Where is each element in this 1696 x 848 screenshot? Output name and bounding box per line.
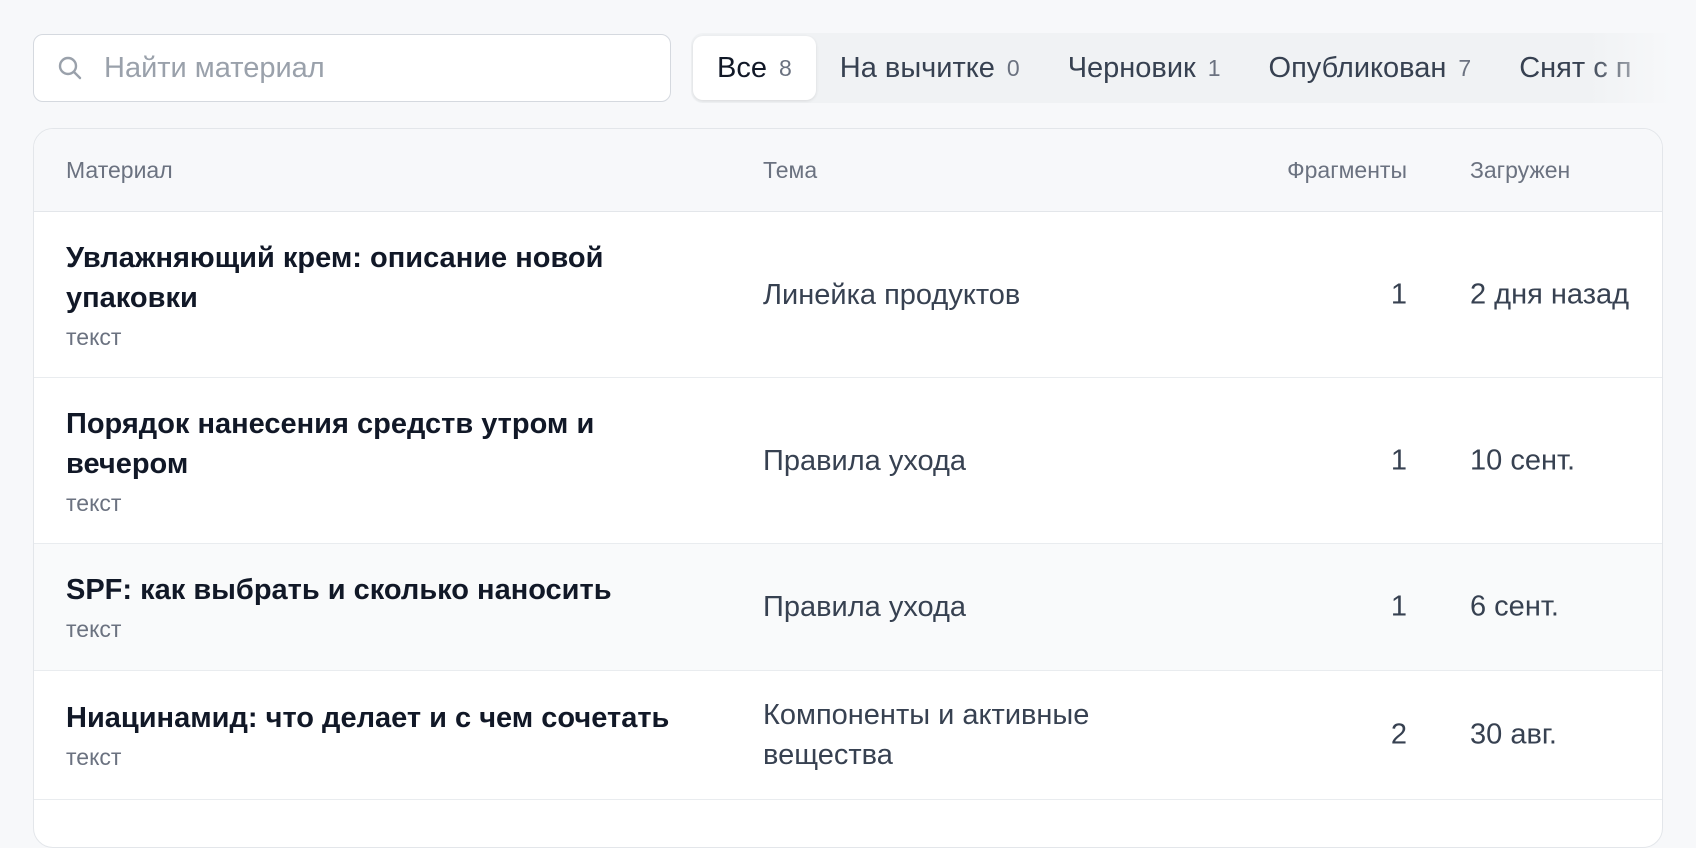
search-icon [56,54,84,82]
uploaded-cell: 6 сент. [1470,590,1559,623]
materials-table: Материал Тема Фрагменты Загружен Увлажня… [33,128,1663,848]
tab-label: Снят с п [1519,51,1632,84]
material-cell: SPF: как выбрать и сколько наносить текс… [66,570,686,644]
column-header-fragments[interactable]: Фрагменты [1287,129,1407,211]
tab-label: Все [717,51,767,84]
material-type: текст [66,489,122,516]
tab-count: 8 [778,54,792,81]
table-row[interactable]: SPF: как выбрать и сколько наносить текс… [34,544,1662,671]
status-tabs-bar: Все 8 На вычитке 0 Черновик 1 Опубликова… [691,33,1696,103]
tab-all[interactable]: Все 8 [693,36,816,100]
material-cell: Увлажняющий крем: описание новой упаковк… [66,238,686,352]
fragments-cell: 1 [1390,590,1407,623]
table-row[interactable]: Порядок нанесения средств утром и вечеро… [34,378,1662,544]
tab-count: 0 [1006,54,1020,81]
material-type: текст [66,323,122,350]
material-type: текст [66,616,122,642]
tab-label: На вычитке [839,51,995,84]
fragments-cell: 1 [1390,444,1407,476]
topic-cell: Правила ухода [763,444,967,477]
tab-label: Опубликован [1268,51,1447,84]
material-title[interactable]: SPF: как выбрать и сколько наносить [66,570,686,610]
material-title[interactable]: Порядок нанесения средств утром и вечеро… [66,404,686,484]
tab-unpublished[interactable]: Снят с п [1495,36,1655,100]
table-header: Материал Тема Фрагменты Загружен [34,129,1662,212]
fragments-cell: 2 [1390,718,1407,751]
tab-count: 1 [1207,54,1221,81]
material-cell: Порядок нанесения средств утром и вечеро… [66,404,686,518]
status-tabs: Все 8 На вычитке 0 Черновик 1 Опубликова… [691,33,1696,103]
tab-review[interactable]: На вычитке 0 [816,36,1044,100]
tab-count: 7 [1458,54,1472,81]
table-row[interactable]: Ниацинамид: что делает и с чем сочетать … [34,671,1662,800]
material-cell: Ниацинамид: что делает и с чем сочетать … [66,698,686,772]
search-input[interactable] [104,51,624,85]
table-row[interactable]: Увлажняющий крем: описание новой упаковк… [34,212,1662,378]
topic-cell: Компоненты и активные вещества [763,699,1090,771]
topic-cell: Правила ухода [763,591,967,623]
uploaded-cell: 2 дня назад [1470,278,1630,310]
fragments-cell: 1 [1390,278,1407,310]
tab-published[interactable]: Опубликован 7 [1245,36,1496,100]
material-title[interactable]: Ниацинамид: что делает и с чем сочетать [66,698,686,738]
material-type: текст [66,744,122,770]
topic-cell: Линейка продуктов [763,278,1021,311]
toolbar: Все 8 На вычитке 0 Черновик 1 Опубликова… [33,33,1696,103]
uploaded-cell: 30 авг. [1470,718,1557,751]
tab-draft[interactable]: Черновик 1 [1044,36,1245,100]
column-header-topic[interactable]: Тема [763,129,817,211]
search-box[interactable] [33,34,671,102]
column-header-material[interactable]: Материал [66,129,173,211]
uploaded-cell: 10 сент. [1470,444,1576,476]
column-header-uploaded[interactable]: Загружен [1470,129,1570,211]
tab-label: Черновик [1067,51,1196,84]
material-title[interactable]: Увлажняющий крем: описание новой упаковк… [66,238,686,318]
